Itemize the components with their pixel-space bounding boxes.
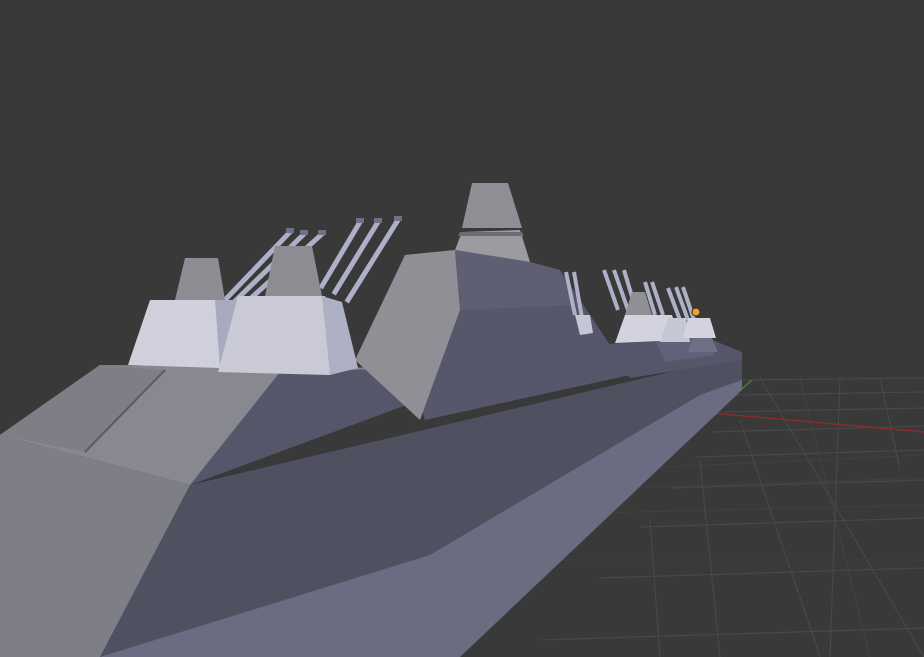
turret-a[interactable]	[128, 258, 240, 368]
3d-viewport[interactable]	[0, 0, 924, 657]
tower-band	[458, 232, 524, 236]
barrel-muzzles	[286, 216, 402, 235]
turret-a-top	[175, 258, 225, 300]
scene-canvas[interactable]	[0, 0, 924, 657]
aft-tower-small	[688, 338, 718, 352]
turret-f[interactable]	[683, 318, 716, 338]
turret-a-base	[128, 300, 228, 368]
object-origin-icon[interactable]	[691, 307, 701, 317]
tower-upper	[462, 183, 522, 228]
turret-b-top	[265, 246, 322, 296]
turret-f-base	[683, 318, 716, 338]
